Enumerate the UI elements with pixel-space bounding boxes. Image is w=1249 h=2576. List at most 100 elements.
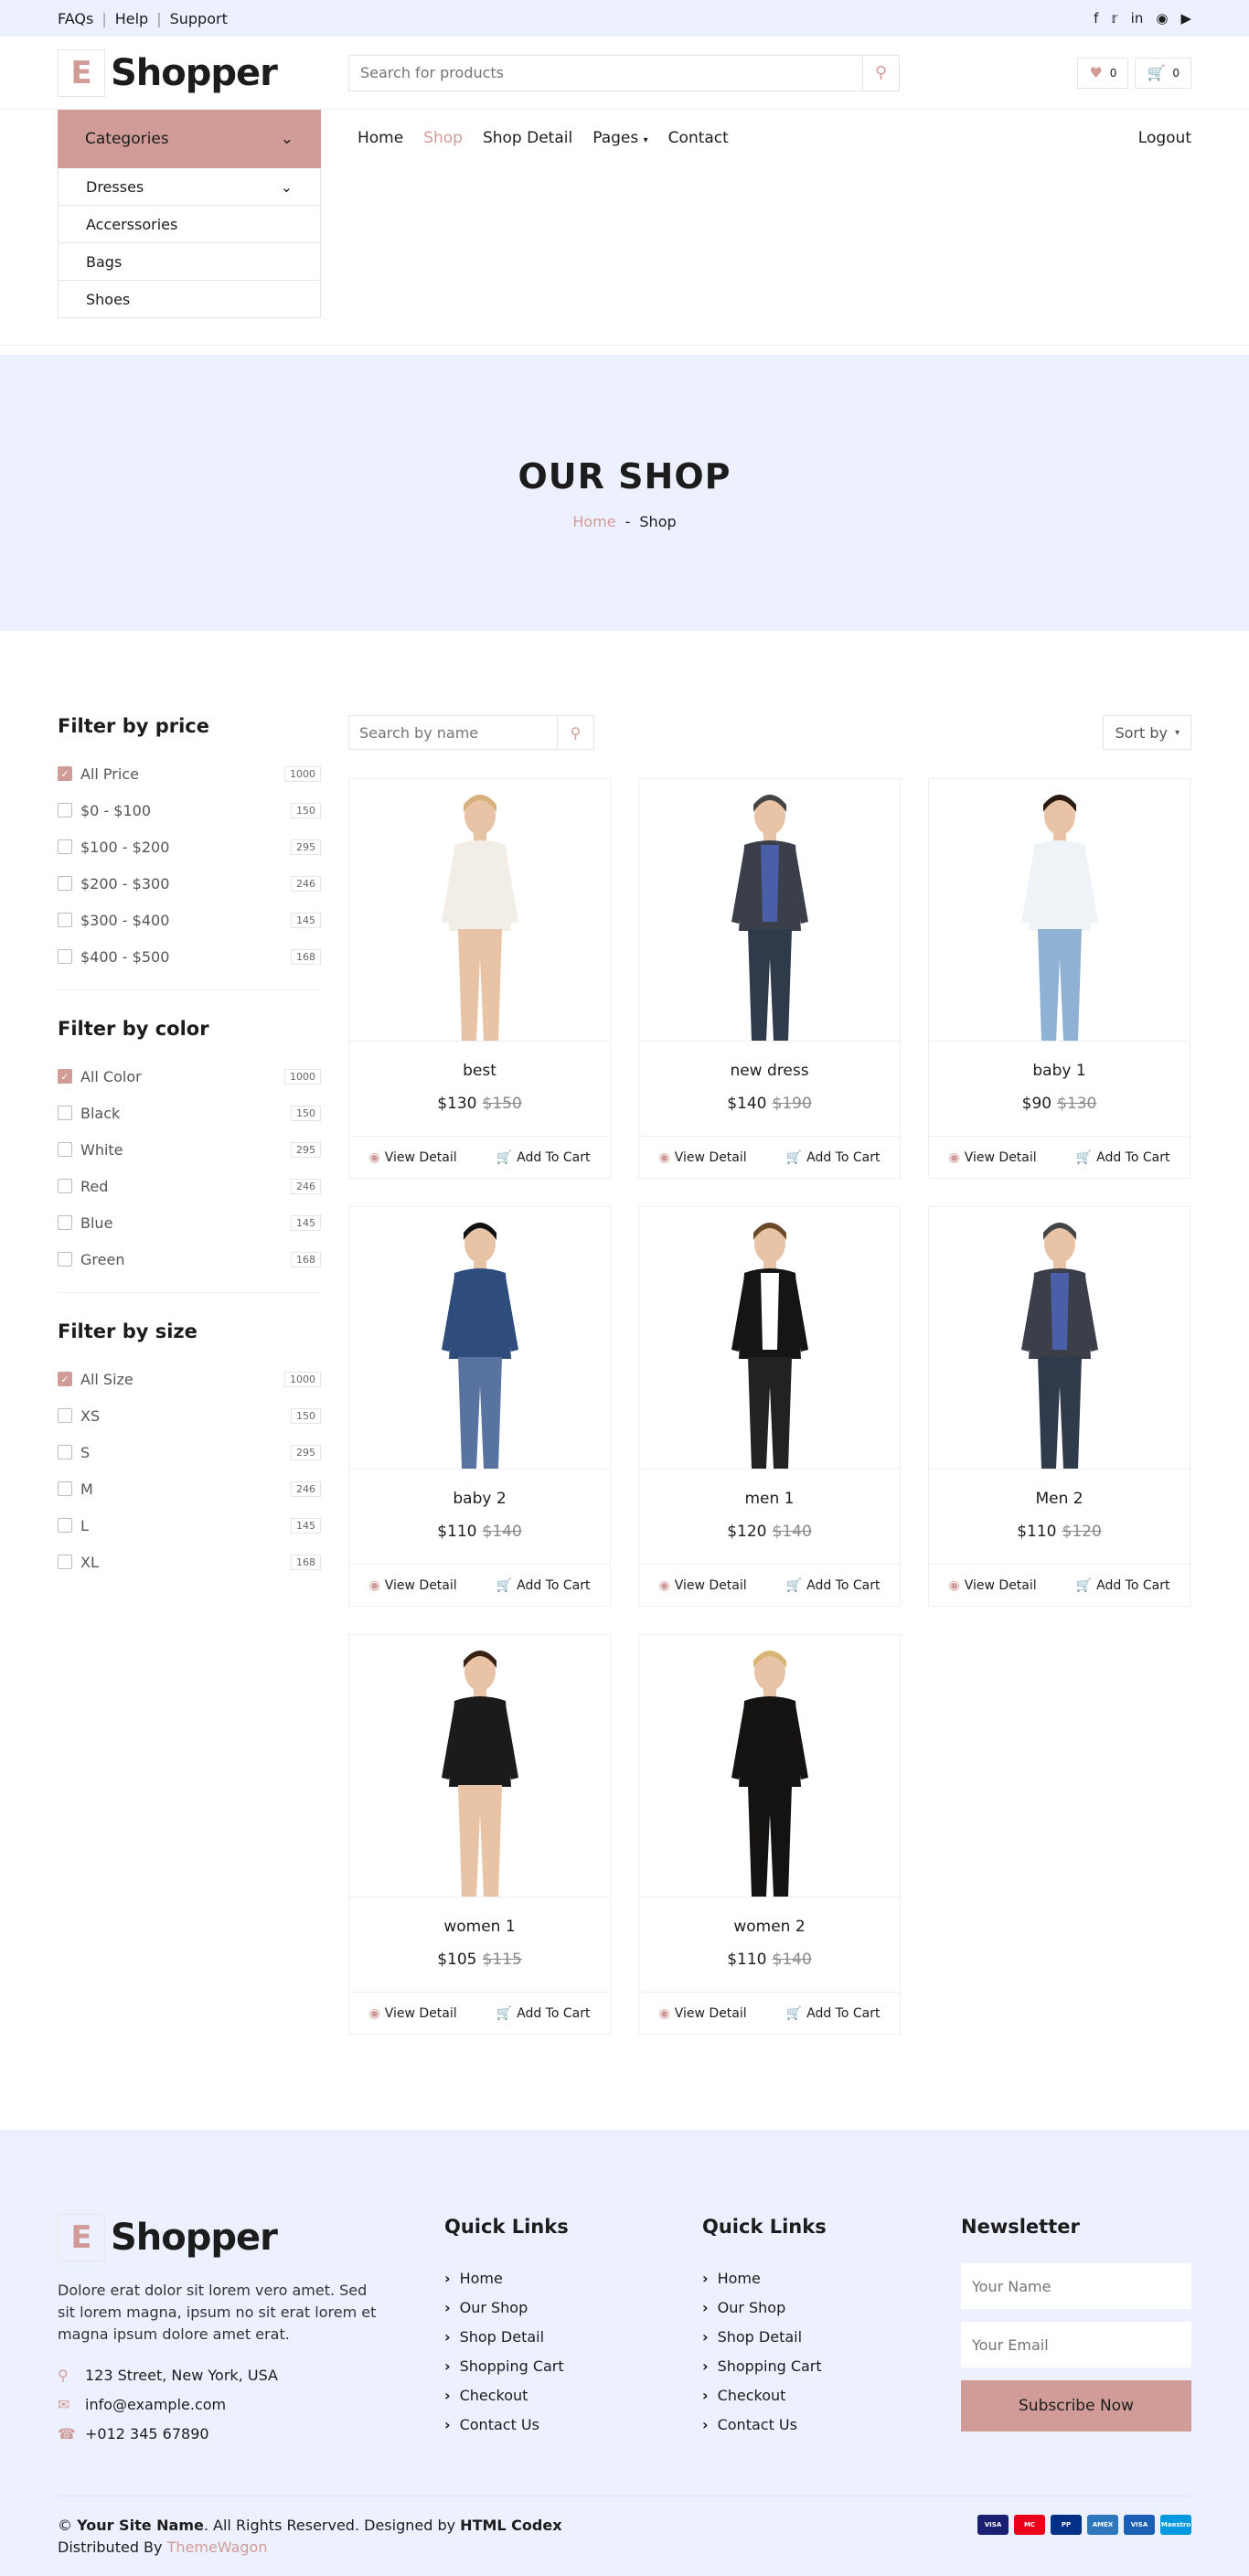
- product-image[interactable]: [929, 1207, 1190, 1470]
- checkbox[interactable]: [58, 1106, 72, 1120]
- product-image[interactable]: [929, 779, 1190, 1042]
- product-name[interactable]: baby 1: [929, 1062, 1190, 1080]
- checkbox[interactable]: [58, 1179, 72, 1193]
- product-name[interactable]: baby 2: [349, 1490, 610, 1508]
- add-to-cart-button[interactable]: 🛒 Add To Cart: [496, 1578, 591, 1593]
- product-name[interactable]: men 1: [639, 1490, 900, 1508]
- add-to-cart-button[interactable]: 🛒 Add To Cart: [496, 1150, 591, 1165]
- add-to-cart-button[interactable]: 🛒 Add To Cart: [496, 2006, 591, 2021]
- filter-option[interactable]: XS 150: [58, 1397, 321, 1434]
- category-item-shoes[interactable]: Shoes: [58, 281, 321, 318]
- checkbox[interactable]: [58, 839, 72, 854]
- search-icon[interactable]: ⚲: [557, 716, 593, 749]
- site-name[interactable]: Your Site Name: [77, 2517, 204, 2534]
- search-input[interactable]: [349, 64, 862, 81]
- product-image[interactable]: [349, 1635, 610, 1897]
- category-item-accessories[interactable]: Accerssories: [58, 206, 321, 243]
- product-image[interactable]: [639, 1635, 900, 1897]
- filter-option[interactable]: XL 168: [58, 1544, 321, 1580]
- view-detail-button[interactable]: ◉ View Detail: [369, 2006, 457, 2021]
- add-to-cart-button[interactable]: 🛒 Add To Cart: [1076, 1150, 1170, 1165]
- youtube-icon[interactable]: ▶: [1180, 10, 1191, 27]
- nav-shop-detail[interactable]: Shop Detail: [483, 129, 572, 147]
- filter-option[interactable]: Red 246: [58, 1168, 321, 1204]
- view-detail-button[interactable]: ◉ View Detail: [659, 2006, 747, 2021]
- checkbox[interactable]: ✓: [58, 1069, 72, 1084]
- footer-link[interactable]: › Checkout: [702, 2380, 827, 2410]
- cart-button[interactable]: 🛒 0: [1135, 57, 1191, 89]
- instagram-icon[interactable]: ◉: [1156, 10, 1168, 27]
- checkbox[interactable]: [58, 1252, 72, 1267]
- footer-link[interactable]: › Contact Us: [702, 2410, 827, 2439]
- category-item-dresses[interactable]: Dresses ⌄: [58, 168, 321, 206]
- wishlist-button[interactable]: ♥ 0: [1077, 57, 1129, 89]
- filter-option[interactable]: Green 168: [58, 1241, 321, 1277]
- twitter-icon[interactable]: 𝕣: [1111, 10, 1117, 27]
- add-to-cart-button[interactable]: 🛒 Add To Cart: [786, 1150, 881, 1165]
- name-field[interactable]: [961, 2263, 1191, 2309]
- checkbox[interactable]: [58, 1445, 72, 1459]
- view-detail-button[interactable]: ◉ View Detail: [659, 1578, 747, 1593]
- filter-option[interactable]: ✓ All Color 1000: [58, 1058, 321, 1095]
- support-link[interactable]: Support: [170, 10, 228, 27]
- footer-link[interactable]: › Our Shop: [444, 2293, 569, 2322]
- checkbox[interactable]: [58, 949, 72, 964]
- linkedin-icon[interactable]: in: [1131, 10, 1144, 27]
- product-image[interactable]: [639, 779, 900, 1042]
- filter-option[interactable]: $200 - $300 246: [58, 865, 321, 902]
- footer-logo[interactable]: E Shopper: [58, 2214, 348, 2261]
- product-image[interactable]: [349, 779, 610, 1042]
- filter-option[interactable]: ✓ All Size 1000: [58, 1361, 321, 1397]
- product-image[interactable]: [639, 1207, 900, 1470]
- html-codex-link[interactable]: HTML Codex: [460, 2517, 561, 2534]
- checkbox[interactable]: [58, 1142, 72, 1157]
- checkbox[interactable]: [58, 1481, 72, 1496]
- checkbox[interactable]: ✓: [58, 1372, 72, 1386]
- filter-option[interactable]: $300 - $400 145: [58, 902, 321, 938]
- footer-link[interactable]: › Home: [444, 2263, 569, 2293]
- sort-dropdown[interactable]: Sort by ▾: [1103, 715, 1191, 750]
- product-name[interactable]: women 2: [639, 1918, 900, 1936]
- help-link[interactable]: Help: [115, 10, 148, 27]
- footer-link[interactable]: › Contact Us: [444, 2410, 569, 2439]
- filter-option[interactable]: $400 - $500 168: [58, 938, 321, 975]
- filter-option[interactable]: $0 - $100 150: [58, 792, 321, 828]
- nav-pages[interactable]: Pages ▾: [592, 129, 647, 147]
- product-name[interactable]: new dress: [639, 1062, 900, 1080]
- footer-link[interactable]: › Our Shop: [702, 2293, 827, 2322]
- checkbox[interactable]: ✓: [58, 766, 72, 781]
- footer-link[interactable]: › Shopping Cart: [444, 2351, 569, 2380]
- checkbox[interactable]: [58, 1518, 72, 1533]
- filter-option[interactable]: Black 150: [58, 1095, 321, 1131]
- footer-link[interactable]: › Shop Detail: [444, 2322, 569, 2351]
- themewagon-link[interactable]: ThemeWagon: [167, 2539, 268, 2556]
- breadcrumb-home[interactable]: Home: [572, 513, 615, 530]
- filter-option[interactable]: ✓ All Price 1000: [58, 755, 321, 792]
- product-image[interactable]: [349, 1207, 610, 1470]
- faqs-link[interactable]: FAQs: [58, 10, 93, 27]
- categories-toggle[interactable]: Categories ⌄: [58, 110, 321, 168]
- view-detail-button[interactable]: ◉ View Detail: [949, 1150, 1037, 1165]
- view-detail-button[interactable]: ◉ View Detail: [949, 1578, 1037, 1593]
- checkbox[interactable]: [58, 876, 72, 891]
- checkbox[interactable]: [58, 913, 72, 927]
- category-item-bags[interactable]: Bags: [58, 243, 321, 281]
- filter-option[interactable]: S 295: [58, 1434, 321, 1470]
- filter-option[interactable]: White 295: [58, 1131, 321, 1168]
- email[interactable]: info@example.com: [85, 2396, 226, 2413]
- facebook-icon[interactable]: f: [1094, 10, 1098, 27]
- view-detail-button[interactable]: ◉ View Detail: [369, 1578, 457, 1593]
- checkbox[interactable]: [58, 803, 72, 818]
- product-name[interactable]: women 1: [349, 1918, 610, 1936]
- footer-link[interactable]: › Shop Detail: [702, 2322, 827, 2351]
- nav-contact[interactable]: Contact: [668, 129, 729, 147]
- subscribe-button[interactable]: Subscribe Now: [961, 2380, 1191, 2432]
- footer-link[interactable]: › Checkout: [444, 2380, 569, 2410]
- checkbox[interactable]: [58, 1555, 72, 1569]
- filter-option[interactable]: Blue 145: [58, 1204, 321, 1241]
- logo[interactable]: E Shopper: [58, 48, 348, 97]
- product-name[interactable]: best: [349, 1062, 610, 1080]
- name-search-input[interactable]: [349, 723, 557, 742]
- filter-option[interactable]: $100 - $200 295: [58, 828, 321, 865]
- checkbox[interactable]: [58, 1215, 72, 1230]
